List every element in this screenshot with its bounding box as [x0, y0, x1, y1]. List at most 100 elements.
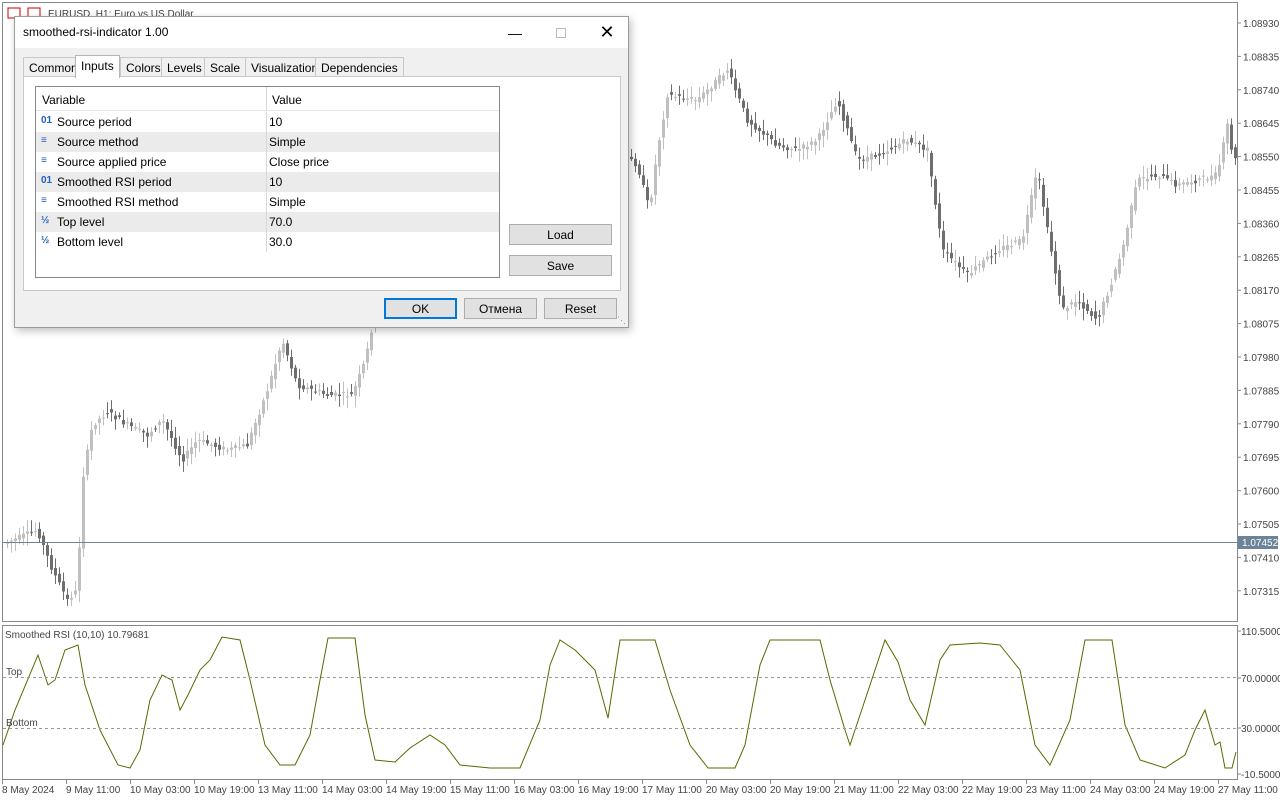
candle-body — [154, 428, 157, 430]
candle-body — [782, 145, 785, 148]
candle-body — [78, 547, 81, 591]
candle-body — [326, 394, 329, 396]
candle-body — [1150, 174, 1153, 177]
candle-body — [42, 535, 45, 545]
candle-body — [738, 88, 741, 99]
tab-colors[interactable]: Colors — [120, 57, 167, 77]
candle-body — [58, 573, 61, 583]
save-button[interactable]: Save — [509, 255, 612, 276]
price-tick: 1.07315 — [1243, 587, 1280, 598]
header-value[interactable]: Value — [272, 93, 302, 107]
candle-body — [262, 400, 265, 414]
candle-body — [1222, 142, 1225, 163]
indicator-tick: 30.00000 — [1241, 724, 1280, 735]
candle-body — [642, 175, 645, 185]
candle-body — [1098, 315, 1101, 317]
time-tick: 9 May 11:00 — [66, 785, 121, 796]
candle-body — [302, 385, 305, 390]
price-tick: 1.08455 — [1243, 186, 1280, 197]
candle-body — [966, 270, 969, 273]
time-tick: 13 May 11:00 — [258, 785, 318, 796]
time-tick: 14 May 19:00 — [386, 785, 447, 796]
candle-body — [846, 115, 849, 129]
param-value[interactable]: Simple — [269, 192, 306, 212]
candle-body — [130, 422, 133, 427]
ok-button[interactable]: OK — [384, 298, 457, 319]
tab-visualization[interactable]: Visualization — [245, 57, 325, 77]
param-name: Smoothed RSI period — [57, 175, 172, 189]
param-value[interactable]: 30.0 — [269, 232, 292, 252]
maximize-button — [538, 17, 584, 48]
candle-body — [1158, 178, 1161, 180]
grid-row[interactable]: ½ Top level 70.0 — [36, 212, 499, 232]
candle-body — [98, 418, 101, 423]
candle-body — [950, 252, 953, 259]
load-button[interactable]: Load — [509, 224, 612, 245]
candle-body — [886, 151, 889, 154]
time-tick: 24 May 19:00 — [1154, 785, 1215, 796]
time-tick: 27 May 11:00 — [1218, 785, 1278, 796]
time-tick: 24 May 03:00 — [1090, 785, 1151, 796]
grid-row[interactable]: ≡ Smoothed RSI method Simple — [36, 192, 499, 212]
candle-body — [1046, 207, 1049, 228]
time-tick: 23 May 11:00 — [1026, 785, 1086, 796]
param-name: Source method — [57, 135, 139, 149]
inputs-grid[interactable]: Variable Value 01 Source period 10 ≡ Source … — [35, 86, 500, 278]
param-value[interactable]: 70.0 — [269, 212, 292, 232]
candle-body — [666, 97, 669, 119]
tab-scale[interactable]: Scale — [204, 57, 247, 77]
candle-body — [1194, 180, 1197, 184]
param-value[interactable]: Simple — [269, 132, 306, 152]
minimize-button[interactable]: — — [492, 17, 538, 48]
candle-body — [34, 531, 37, 533]
resize-grip-icon[interactable]: ⋱ — [617, 315, 626, 326]
tab-dependencies[interactable]: Dependencies — [315, 57, 404, 77]
candle-body — [1074, 302, 1077, 307]
candle-body — [834, 106, 837, 112]
param-value[interactable]: 10 — [269, 112, 282, 132]
candle-body — [710, 88, 713, 92]
candle-body — [286, 343, 289, 356]
grid-row[interactable]: ≡ Source method Simple — [36, 132, 499, 152]
candle-body — [638, 164, 641, 175]
candle-body — [366, 348, 369, 363]
candle-body — [1198, 178, 1201, 181]
candle-body — [358, 374, 361, 388]
candle-body — [82, 476, 85, 549]
cancel-button[interactable]: Отмена — [464, 298, 537, 319]
time-tick: 22 May 19:00 — [962, 785, 1023, 796]
grid-row[interactable]: 01 Source period 10 — [36, 112, 499, 132]
candle-body — [270, 375, 273, 389]
candle-body — [830, 112, 833, 119]
reset-button[interactable]: Reset — [544, 298, 617, 319]
time-tick: 17 May 11:00 — [642, 785, 702, 796]
candle-body — [142, 430, 145, 433]
current-price-label: 1.07452 — [1242, 538, 1279, 549]
candle-body — [1050, 231, 1053, 252]
candle-body — [1214, 172, 1217, 180]
candle-body — [1078, 302, 1081, 304]
tab-inputs[interactable]: Inputs — [75, 55, 120, 78]
candle-body — [650, 197, 653, 203]
bottom-level-label: Bottom — [6, 718, 38, 729]
candle-body — [1114, 269, 1117, 280]
grid-row[interactable]: ≡ Source applied price Close price — [36, 152, 499, 172]
candle-body — [1054, 251, 1057, 274]
candle-body — [910, 137, 913, 143]
tab-levels[interactable]: Levels — [161, 57, 208, 77]
dialog-titlebar[interactable]: smoothed-rsi-indicator 1.00 — ✕ — [15, 17, 628, 48]
price-tick: 1.07600 — [1243, 487, 1280, 498]
candle-body — [1166, 175, 1169, 179]
grid-row[interactable]: 01 Smoothed RSI period 10 — [36, 172, 499, 192]
grid-row[interactable]: ½ Bottom level 30.0 — [36, 232, 499, 252]
candle-body — [1090, 311, 1093, 316]
time-tick: 16 May 19:00 — [578, 785, 639, 796]
param-value[interactable]: 10 — [269, 172, 282, 192]
candle-body — [1130, 205, 1133, 228]
header-variable[interactable]: Variable — [42, 93, 85, 107]
candle-body — [1106, 295, 1109, 303]
close-button[interactable]: ✕ — [584, 17, 630, 48]
candle-body — [686, 98, 689, 100]
param-value[interactable]: Close price — [269, 152, 329, 172]
candle-body — [962, 267, 965, 269]
